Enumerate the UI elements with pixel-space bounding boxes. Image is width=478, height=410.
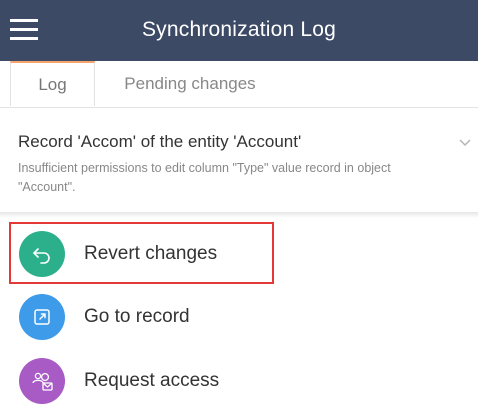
log-record[interactable]: Record 'Accom' of the entity 'Account' I… [0, 108, 478, 212]
tab-bar: Log Pending changes [0, 61, 478, 108]
page-title: Synchronization Log [141, 18, 337, 41]
chevron-down-icon[interactable] [458, 136, 472, 150]
tab-pending-changes[interactable]: Pending changes [110, 61, 270, 107]
tab-log[interactable]: Log [10, 61, 95, 106]
highlight-box [9, 222, 274, 284]
app-header: Synchronization Log [0, 0, 478, 61]
open-record-icon [19, 294, 65, 340]
section-divider [0, 212, 478, 218]
request-access-icon [19, 358, 65, 404]
go-to-record-label: Go to record [84, 306, 190, 327]
record-title: Record 'Accom' of the entity 'Account' [18, 132, 302, 151]
record-error-message: Insufficient permissions to edit column … [18, 161, 391, 194]
request-access-label: Request access [84, 370, 220, 391]
go-to-record-button[interactable]: Go to record [0, 286, 478, 346]
request-access-button[interactable]: Request access [0, 350, 478, 410]
